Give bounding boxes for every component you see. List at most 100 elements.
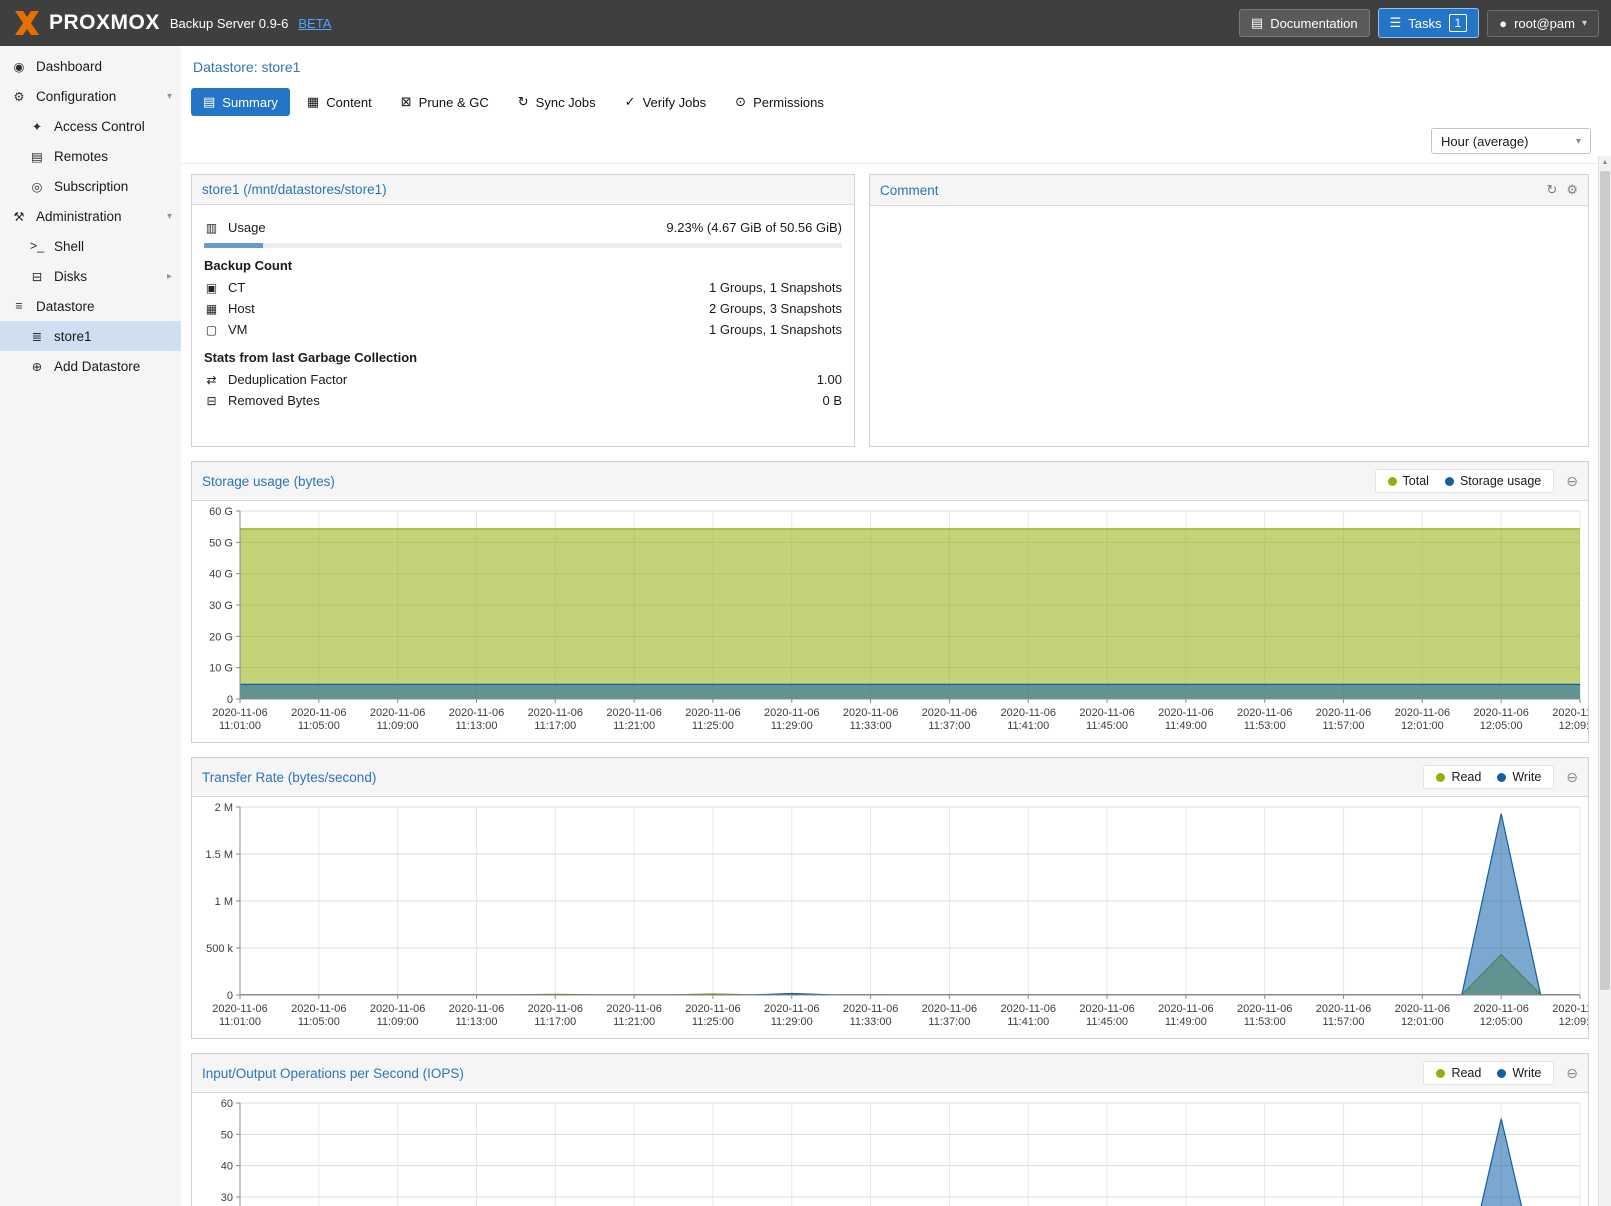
svg-text:11:01:00: 11:01:00 (219, 1016, 261, 1028)
svg-text:40: 40 (221, 1161, 233, 1173)
legend-label: Storage usage (1460, 474, 1541, 488)
svg-text:11:17:00: 11:17:00 (534, 720, 576, 732)
sidebar-item-dashboard[interactable]: ◉ Dashboard (0, 51, 181, 81)
backup-count-rows: ▣CT1 Groups, 1 Snapshots▦Host2 Groups, 3… (204, 277, 842, 340)
chart-legend: Read Write (1423, 765, 1554, 789)
tasks-button[interactable]: ☰ Tasks 1 (1378, 8, 1480, 38)
sidebar-item-label: Configuration (36, 89, 116, 104)
tab-bar: ▤Summary▦Content⊠Prune & GC↻Sync Jobs✓Ve… (181, 80, 1611, 124)
legend-dot (1497, 1069, 1506, 1078)
usage-progress-fill (204, 243, 263, 248)
legend-item-write[interactable]: Write (1497, 1066, 1541, 1080)
row-value: 1 Groups, 1 Snapshots (709, 280, 842, 295)
tab-verify-jobs[interactable]: ✓Verify Jobs (613, 88, 719, 116)
tab-label: Verify Jobs (643, 95, 707, 110)
beta-link[interactable]: BETA (298, 16, 331, 31)
svg-text:2020-11-06: 2020-11-06 (1001, 707, 1056, 719)
legend-item-storage-usage[interactable]: Storage usage (1445, 474, 1541, 488)
tasks-count-badge: 1 (1449, 14, 1468, 32)
svg-text:2020-11-06: 2020-11-06 (685, 1003, 740, 1015)
sidebar-item-configuration[interactable]: ⚙Configuration▾ (0, 81, 181, 111)
legend-item-read[interactable]: Read (1436, 1066, 1481, 1080)
sidebar-item-label: Dashboard (36, 59, 102, 74)
sidebar-item-store1[interactable]: ≣store1 (0, 321, 181, 351)
tab-summary[interactable]: ▤Summary (191, 88, 290, 116)
svg-text:11:13:00: 11:13:00 (455, 720, 497, 732)
key-icon: ✦ (29, 119, 45, 134)
svg-text:2020-11-06: 2020-11-06 (291, 707, 346, 719)
sidebar-item-add-datastore[interactable]: ⊕Add Datastore (0, 351, 181, 381)
chart-panel-transfer-rate-bytes-second: Transfer Rate (bytes/second)ReadWrite⊖05… (191, 757, 1589, 1039)
collapse-chart-icon[interactable]: ⊖ (1566, 473, 1578, 490)
svg-text:2020-11-06: 2020-11-06 (1237, 1003, 1292, 1015)
svg-text:2020-11-06: 2020-11-06 (449, 707, 504, 719)
svg-text:2020-11-06: 2020-11-06 (1158, 1003, 1213, 1015)
refresh-icon[interactable]: ↻ (1546, 182, 1557, 198)
collapse-chart-icon[interactable]: ⊖ (1566, 769, 1578, 786)
svg-text:2020-11-06: 2020-11-06 (528, 707, 583, 719)
svg-text:2020-11-06: 2020-11-06 (1316, 707, 1371, 719)
trash-icon: ⊟ (204, 394, 219, 408)
tab-prune-gc[interactable]: ⊠Prune & GC (389, 88, 501, 116)
svg-text:11:29:00: 11:29:00 (771, 720, 813, 732)
legend-dot (1436, 1069, 1445, 1078)
proxmox-logo: PROXMOX (12, 8, 160, 38)
svg-text:2020-11-06: 2020-11-06 (1158, 707, 1213, 719)
topbar: PROXMOX Backup Server 0.9-6 BETA ▤ Docum… (0, 0, 1611, 46)
tab-permissions[interactable]: ⊙Permissions (723, 88, 836, 116)
timeframe-value: Hour (average) (1441, 134, 1528, 149)
collapse-chart-icon[interactable]: ⊖ (1566, 1065, 1578, 1082)
dashboard-icon: ◉ (11, 59, 27, 74)
legend-item-total[interactable]: Total (1388, 474, 1429, 488)
sidebar-item-remotes[interactable]: ▤Remotes (0, 141, 181, 171)
svg-text:2020-11-06: 2020-11-06 (1552, 1003, 1588, 1015)
svg-text:2 M: 2 M (215, 802, 233, 814)
svg-text:11:21:00: 11:21:00 (613, 720, 655, 732)
sidebar-item-subscription[interactable]: ◎Subscription (0, 171, 181, 201)
row-value: 1.00 (817, 372, 842, 387)
brand-name: PROXMOX (49, 11, 160, 35)
svg-text:12:01:00: 12:01:00 (1401, 1016, 1444, 1028)
sidebar-item-administration[interactable]: ⚒Administration▾ (0, 201, 181, 231)
usage-label: Usage (228, 220, 266, 235)
svg-text:11:49:00: 11:49:00 (1165, 720, 1207, 732)
host-icon: ▦ (204, 302, 219, 316)
svg-text:2020-11-06: 2020-11-06 (212, 707, 267, 719)
comment-panel: Comment ↻ ⚙ (869, 174, 1589, 447)
svg-text:12:09:00: 12:09:00 (1559, 720, 1588, 732)
vertical-scrollbar[interactable]: ▲ (1598, 156, 1611, 1206)
book-icon: ▤ (1251, 15, 1263, 31)
timeframe-select[interactable]: Hour (average) ▾ (1431, 128, 1591, 154)
svg-text:2020-11-06: 2020-11-06 (1473, 707, 1528, 719)
user-menu-button[interactable]: ● root@pam ▾ (1487, 10, 1599, 37)
chart-canvas: 010 G20 G30 G40 G50 G60 G2020-11-0611:01… (192, 501, 1588, 742)
row-value: 0 B (822, 393, 842, 408)
svg-text:2020-11-06: 2020-11-06 (843, 1003, 898, 1015)
sidebar-item-access-control[interactable]: ✦Access Control (0, 111, 181, 141)
svg-text:2020-11-06: 2020-11-06 (843, 707, 898, 719)
scroll-up-arrow[interactable]: ▲ (1599, 156, 1611, 170)
documentation-button[interactable]: ▤ Documentation (1239, 9, 1370, 37)
sidebar-item-shell[interactable]: >_Shell (0, 231, 181, 261)
prune-icon: ⊠ (401, 94, 412, 110)
sidebar-item-disks[interactable]: ⊟Disks▸ (0, 261, 181, 291)
svg-text:11:49:00: 11:49:00 (1165, 1016, 1207, 1028)
svg-text:11:53:00: 11:53:00 (1244, 720, 1286, 732)
caret-down-icon[interactable]: ▾ (167, 211, 172, 222)
svg-text:2020-11-06: 2020-11-06 (1316, 1003, 1371, 1015)
tab-content[interactable]: ▦Content (295, 88, 384, 116)
summary-row-ct: ▣CT1 Groups, 1 Snapshots (204, 277, 842, 298)
caret-down-icon[interactable]: ▾ (167, 91, 172, 102)
gear-icon[interactable]: ⚙ (1566, 182, 1578, 198)
sidebar-item-datastore[interactable]: ≡Datastore (0, 291, 181, 321)
tab-sync-jobs[interactable]: ↻Sync Jobs (506, 88, 608, 116)
user-name: root@pam (1514, 16, 1575, 31)
legend-item-read[interactable]: Read (1436, 770, 1481, 784)
scrollbar-thumb[interactable] (1600, 171, 1610, 990)
svg-text:2020-11-06: 2020-11-06 (449, 1003, 504, 1015)
usage-row: ▥ Usage 9.23% (4.67 GiB of 50.56 GiB) (204, 217, 842, 238)
legend-item-write[interactable]: Write (1497, 770, 1541, 784)
caret-right-icon[interactable]: ▸ (167, 271, 172, 282)
tasks-label: Tasks (1408, 16, 1441, 31)
svg-text:11:25:00: 11:25:00 (692, 720, 734, 732)
